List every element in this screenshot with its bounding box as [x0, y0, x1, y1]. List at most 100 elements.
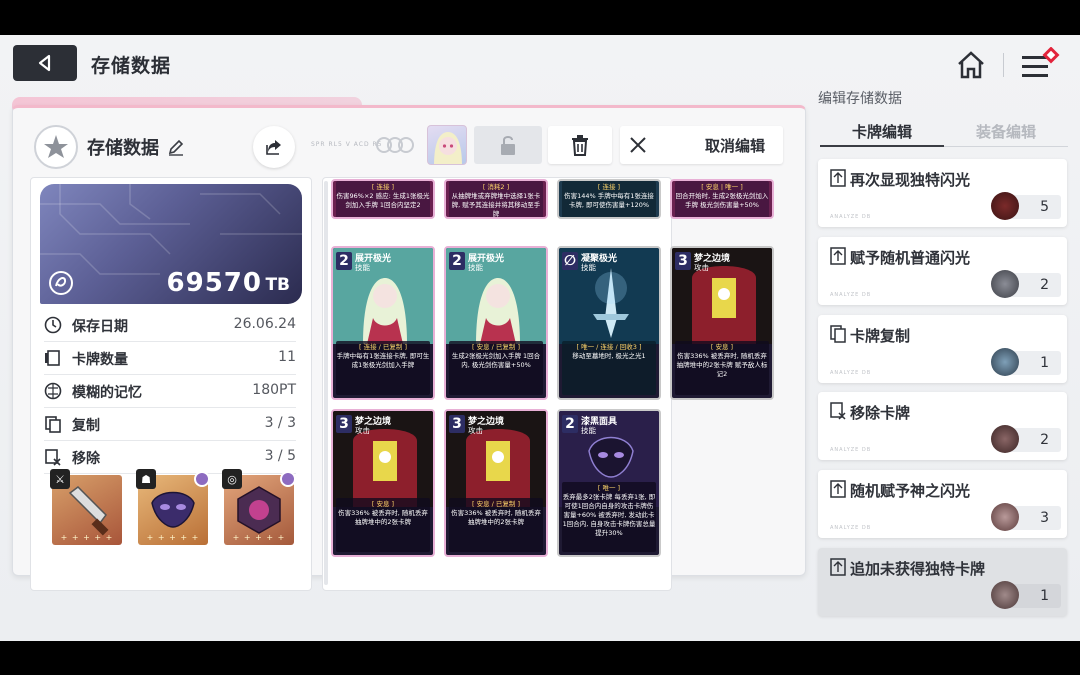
- card-tag: [ 唯一 ]: [597, 484, 621, 492]
- menu-icon[interactable]: [1020, 47, 1064, 83]
- card-type: 攻击: [468, 426, 483, 435]
- option-label: 追加未获得独特卡牌: [850, 560, 986, 578]
- pencil-icon[interactable]: [167, 138, 185, 156]
- card-tag: [ 安息 | 唯一 ]: [701, 183, 743, 191]
- card[interactable]: 3 梦之边境 攻击 [ 安息 ] 伤害336% 被丢弃时, 随机丢弃抽牌堆中的2张…: [331, 409, 435, 557]
- material-icon: [991, 270, 1019, 298]
- card[interactable]: 2 展开极光 技能 [ 连接 / 已复制 ] 手牌中每有1张连接卡牌, 即可生成1…: [331, 246, 435, 400]
- material-icon: [991, 581, 1019, 609]
- card-text: 回合开始时, 生成2张极光剑加入手牌 极光剑伤害量+50%: [675, 192, 769, 209]
- card[interactable]: 3 梦之边境 攻击 [ 安息 / 已复制 ] 伤害336% 被丢弃时, 随机丢弃抽…: [444, 409, 548, 557]
- card-type: 攻击: [355, 426, 370, 435]
- option-remove-card[interactable]: 移除卡牌 ANALYZE DB 2: [818, 392, 1067, 460]
- option-code: ANALYZE DB: [830, 214, 872, 220]
- right-panel-header: 编辑存储数据: [818, 91, 902, 107]
- rarity-orb-icon: [194, 471, 210, 487]
- card[interactable]: 3 梦之边境 攻击 [ 安息 ] 伤害336% 被丢弃时, 随机丢弃抽牌堆中的2张…: [670, 246, 774, 400]
- option-add-unique-card[interactable]: 追加未获得独特卡牌 1: [818, 548, 1067, 616]
- option-code: ANALYZE DB: [830, 525, 872, 531]
- card[interactable]: ∅ 凝聚极光 技能 [ 唯一 / 连接 / 回收3 ] 移动至墓地时, 极光之光1: [557, 246, 661, 400]
- option-code: ANALYZE DB: [830, 292, 872, 298]
- card-cost: 2: [336, 252, 352, 270]
- character-portrait[interactable]: [427, 125, 467, 165]
- option-random-divine-flash[interactable]: 随机赋予神之闪光 ANALYZE DB 3: [818, 470, 1067, 538]
- option-count: 1: [1040, 355, 1049, 371]
- stat-row-copy: 复制 3 / 3: [44, 408, 296, 441]
- share-button[interactable]: [253, 126, 295, 168]
- stat-label: 移除: [72, 451, 100, 467]
- card-partial[interactable]: [ 连接 ] 伤害144% 手牌中每有1张连接卡牌, 即可使伤害量+120%: [557, 179, 661, 219]
- card-tag: [ 连接 ]: [371, 183, 395, 191]
- card-cost: 2: [562, 415, 578, 433]
- back-button[interactable]: [13, 45, 77, 81]
- stat-value: 3 / 3: [264, 415, 296, 431]
- option-label: 随机赋予神之闪光: [850, 482, 971, 500]
- card-tag: [ 唯一 / 连接 / 回收3 ]: [576, 343, 642, 351]
- option-random-normal-flash[interactable]: 赋予随机普通闪光 ANALYZE DB 2: [818, 237, 1067, 305]
- card-text: 手牌中每有1张连接卡牌, 即可生成1张极光剑加入手牌: [336, 352, 430, 369]
- option-count: 2: [1040, 277, 1049, 293]
- option-counter: 2: [991, 270, 1061, 298]
- cancel-edit-button[interactable]: 取消编辑: [620, 126, 783, 164]
- card[interactable]: 2 展开极光 技能 [ 安息 / 已复制 ] 生成2张极光剑加入手牌 1回合内, …: [444, 246, 548, 400]
- card-type: 攻击: [694, 263, 709, 272]
- card-text: 伤害336% 被丢弃时, 随机丢弃抽牌堆中的2张卡牌 赋予敌人标记2: [676, 352, 768, 378]
- remove-icon: [45, 449, 61, 466]
- card-cost: 2: [449, 252, 465, 270]
- home-icon[interactable]: [955, 49, 987, 81]
- lock-button[interactable]: [474, 126, 542, 164]
- copy-icon: [45, 416, 61, 433]
- stat-row-card-count: 卡牌数量 11: [44, 342, 296, 375]
- option-reshow-unique-flash[interactable]: 再次显现独特闪光 ANALYZE DB 5: [818, 159, 1067, 227]
- option-card-copy[interactable]: 卡牌复制 ANALYZE DB 1: [818, 315, 1067, 383]
- delete-button[interactable]: [548, 126, 612, 164]
- stat-label: 卡牌数量: [72, 352, 128, 368]
- stat-value: 26.06.24: [233, 316, 296, 332]
- tb-value: 69570: [166, 268, 262, 298]
- letterbox-bottom: [0, 641, 1080, 675]
- card-text: 伤害336% 被丢弃时, 随机丢弃抽牌堆中的2张卡牌: [338, 509, 428, 526]
- card-cost: 3: [336, 415, 352, 433]
- card-tag: [ 安息 / 已复制 ]: [471, 500, 521, 508]
- option-count: 1: [1040, 588, 1049, 604]
- card-text: 丢弃最多2张卡牌 每丢弃1张, 即可使1回合内自身的攻击卡牌伤害量+60% 被丢…: [562, 493, 656, 537]
- page-title: 存储数据: [91, 55, 172, 77]
- share-icon: [266, 140, 281, 155]
- relic-cube[interactable]: ◎ + + + + +: [222, 469, 296, 545]
- option-counter: 1: [991, 581, 1061, 609]
- relic-mask[interactable]: ☗ + + + + +: [136, 469, 210, 545]
- option-count: 3: [1040, 510, 1049, 526]
- material-icon: [991, 192, 1019, 220]
- trash-icon: [572, 135, 588, 156]
- tab-card-edit[interactable]: 卡牌编辑: [820, 115, 944, 147]
- option-counter: 2: [991, 425, 1061, 453]
- game-screen: 存储数据 存储数据 SPR RL5 V ACD R5 取消编辑 69570 TB…: [0, 35, 1080, 641]
- card-partial[interactable]: [ 消耗2 ] 从抽牌堆或弃牌堆中选择1张卡牌, 赋予其连接并将其移动至手牌: [444, 179, 548, 219]
- relic-knife[interactable]: ⚔ + + + + +: [50, 469, 122, 545]
- option-code: ANALYZE DB: [830, 447, 872, 453]
- tab-equipment-edit[interactable]: 装备编辑: [944, 115, 1068, 147]
- card-grid-scrollbar[interactable]: [324, 181, 328, 585]
- sparkle-card-icon: [830, 480, 846, 498]
- card-text: 生成2张极光剑加入手牌 1回合内, 极光剑伤害量+50%: [451, 352, 541, 369]
- material-icon: [991, 348, 1019, 376]
- stat-row-memory: 模糊的记忆 180PT: [44, 375, 296, 408]
- mask-badge-icon: ☗: [136, 469, 156, 489]
- stat-label: 保存日期: [72, 319, 128, 335]
- option-label: 移除卡牌: [850, 404, 911, 422]
- stat-value: 3 / 5: [264, 448, 296, 464]
- tb-banner: 69570 TB: [40, 184, 302, 304]
- topbar-divider: [1003, 53, 1004, 77]
- tb-unit: TB: [265, 275, 290, 295]
- card[interactable]: 2 漆黑面具 技能 [ 唯一 ] 丢弃最多2张卡牌 每丢弃1张, 即可使1回合内自…: [557, 409, 661, 557]
- card-partial[interactable]: [ 安息 | 唯一 ] 回合开始时, 生成2张极光剑加入手牌 极光剑伤害量+50%: [670, 179, 774, 219]
- option-counter: 5: [991, 192, 1061, 220]
- card-tag: [ 消耗2 ]: [482, 183, 510, 191]
- card-text: 伤害144% 手牌中每有1张连接卡牌, 即可使伤害量+120%: [564, 192, 654, 209]
- card-tag: [ 连接 ]: [597, 183, 621, 191]
- stat-value: 180PT: [252, 382, 296, 398]
- card-partial[interactable]: [ 连接 ] 伤害96%×2 感应: 生成1张极光剑加入手牌 1回合内坚定2: [331, 179, 435, 219]
- option-code: ANALYZE DB: [830, 370, 872, 376]
- sparkle-card-icon: [830, 169, 846, 187]
- close-icon: [630, 137, 646, 153]
